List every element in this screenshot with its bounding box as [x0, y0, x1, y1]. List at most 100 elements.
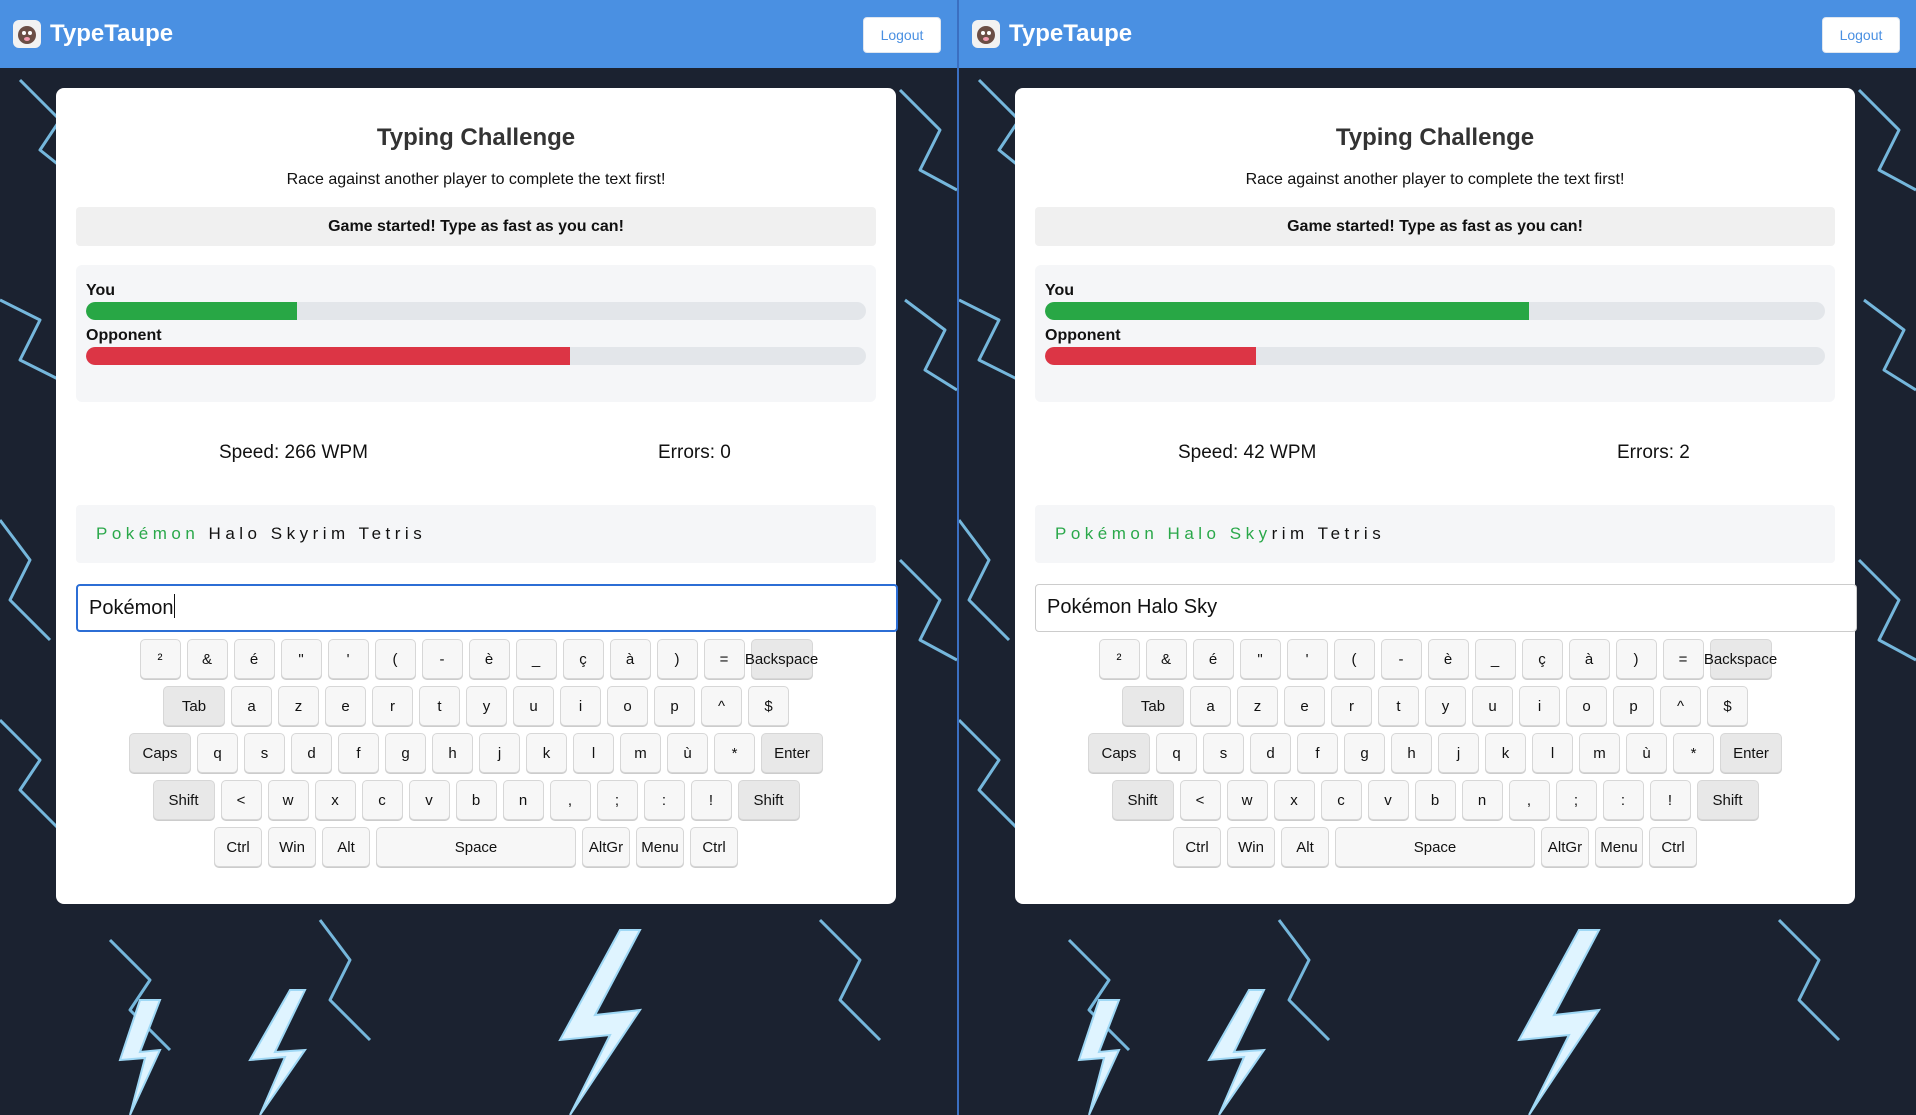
key-char-44[interactable]: ,: [549, 780, 591, 820]
key-char-99[interactable]: c: [361, 780, 403, 820]
key-char-121[interactable]: y: [466, 686, 507, 726]
key-char-58[interactable]: :: [1602, 780, 1644, 820]
key-char-232[interactable]: è: [1427, 639, 1469, 679]
brand-name[interactable]: TypeTaupe: [50, 20, 173, 48]
key-char-42[interactable]: *: [714, 733, 755, 773]
key-char-100[interactable]: d: [291, 733, 332, 773]
key-char-33[interactable]: !: [690, 780, 732, 820]
key-char-104[interactable]: h: [1391, 733, 1432, 773]
key-char-233[interactable]: é: [1192, 639, 1234, 679]
key-char-115[interactable]: s: [244, 733, 285, 773]
key-char-116[interactable]: t: [419, 686, 460, 726]
key-ctrl[interactable]: Ctrl: [1649, 827, 1697, 867]
key-char-97[interactable]: a: [231, 686, 272, 726]
key-char-178[interactable]: ²: [139, 639, 181, 679]
key-enter[interactable]: Enter: [1720, 733, 1782, 773]
key-alt[interactable]: Alt: [1281, 827, 1329, 867]
key-char-103[interactable]: g: [1344, 733, 1385, 773]
key-char-231[interactable]: ç: [1521, 639, 1563, 679]
key-char-100[interactable]: d: [1250, 733, 1291, 773]
key-char-101[interactable]: e: [325, 686, 366, 726]
key-char-114[interactable]: r: [372, 686, 413, 726]
key-char-115[interactable]: s: [1203, 733, 1244, 773]
key-char-107[interactable]: k: [1485, 733, 1526, 773]
key-char-233[interactable]: é: [233, 639, 275, 679]
typing-input[interactable]: Pokémon: [76, 584, 898, 632]
key-char-41[interactable]: ): [1615, 639, 1657, 679]
key-char-109[interactable]: m: [1579, 733, 1620, 773]
key-win[interactable]: Win: [268, 827, 316, 867]
key-menu[interactable]: Menu: [1595, 827, 1643, 867]
key-char-102[interactable]: f: [338, 733, 379, 773]
key-ctrl[interactable]: Ctrl: [1173, 827, 1221, 867]
key-char-38[interactable]: &: [186, 639, 228, 679]
key-char-94[interactable]: ^: [1660, 686, 1701, 726]
key-char-118[interactable]: v: [1367, 780, 1409, 820]
key-ctrl[interactable]: Ctrl: [214, 827, 262, 867]
key-char-40[interactable]: (: [374, 639, 416, 679]
key-char-33[interactable]: !: [1649, 780, 1691, 820]
key-char-113[interactable]: q: [197, 733, 238, 773]
key-altgr[interactable]: AltGr: [582, 827, 630, 867]
key-char-58[interactable]: :: [643, 780, 685, 820]
key-tab[interactable]: Tab: [1122, 686, 1184, 726]
key-char-114[interactable]: r: [1331, 686, 1372, 726]
key-char-108[interactable]: l: [1532, 733, 1573, 773]
key-win[interactable]: Win: [1227, 827, 1275, 867]
key-char-231[interactable]: ç: [562, 639, 604, 679]
key-char-108[interactable]: l: [573, 733, 614, 773]
key-char-113[interactable]: q: [1156, 733, 1197, 773]
key-char-117[interactable]: u: [513, 686, 554, 726]
key-shift[interactable]: Shift: [1696, 780, 1759, 820]
key-char-95[interactable]: _: [515, 639, 557, 679]
key-backspace[interactable]: Backspace: [745, 639, 818, 679]
key-char-119[interactable]: w: [1226, 780, 1268, 820]
key-char-110[interactable]: n: [502, 780, 544, 820]
key-char-106[interactable]: j: [479, 733, 520, 773]
key-char-34[interactable]: ": [1239, 639, 1281, 679]
key-char-99[interactable]: c: [1320, 780, 1362, 820]
key-char-106[interactable]: j: [1438, 733, 1479, 773]
key-shift[interactable]: Shift: [737, 780, 800, 820]
key-char-224[interactable]: à: [609, 639, 651, 679]
key-space[interactable]: Space: [1335, 827, 1535, 867]
key-shift[interactable]: Shift: [1111, 780, 1174, 820]
key-char-41[interactable]: ): [656, 639, 698, 679]
key-char-122[interactable]: z: [278, 686, 319, 726]
key-char-38[interactable]: &: [1145, 639, 1187, 679]
key-char-232[interactable]: è: [468, 639, 510, 679]
key-alt[interactable]: Alt: [322, 827, 370, 867]
key-char-42[interactable]: *: [1673, 733, 1714, 773]
key-char-103[interactable]: g: [385, 733, 426, 773]
key-char-61[interactable]: =: [1662, 639, 1704, 679]
key-char-249[interactable]: ù: [1626, 733, 1667, 773]
key-ctrl[interactable]: Ctrl: [690, 827, 738, 867]
key-char-98[interactable]: b: [1414, 780, 1456, 820]
key-char-111[interactable]: o: [1566, 686, 1607, 726]
key-char-36[interactable]: $: [748, 686, 789, 726]
key-char-119[interactable]: w: [267, 780, 309, 820]
key-char-98[interactable]: b: [455, 780, 497, 820]
key-char-60[interactable]: <: [1179, 780, 1221, 820]
key-char-178[interactable]: ²: [1098, 639, 1140, 679]
key-char-112[interactable]: p: [654, 686, 695, 726]
key-char-39[interactable]: ': [1286, 639, 1328, 679]
key-char-105[interactable]: i: [1519, 686, 1560, 726]
key-char-122[interactable]: z: [1237, 686, 1278, 726]
key-char-44[interactable]: ,: [1508, 780, 1550, 820]
key-char-45[interactable]: -: [1380, 639, 1422, 679]
key-space[interactable]: Space: [376, 827, 576, 867]
logout-button[interactable]: Logout: [863, 17, 941, 53]
key-altgr[interactable]: AltGr: [1541, 827, 1589, 867]
key-menu[interactable]: Menu: [636, 827, 684, 867]
key-char-40[interactable]: (: [1333, 639, 1375, 679]
key-char-107[interactable]: k: [526, 733, 567, 773]
key-tab[interactable]: Tab: [163, 686, 225, 726]
key-char-97[interactable]: a: [1190, 686, 1231, 726]
key-char-118[interactable]: v: [408, 780, 450, 820]
key-char-39[interactable]: ': [327, 639, 369, 679]
typing-input[interactable]: Pokémon Halo Sky: [1035, 584, 1857, 632]
key-enter[interactable]: Enter: [761, 733, 823, 773]
key-char-120[interactable]: x: [1273, 780, 1315, 820]
key-char-110[interactable]: n: [1461, 780, 1503, 820]
